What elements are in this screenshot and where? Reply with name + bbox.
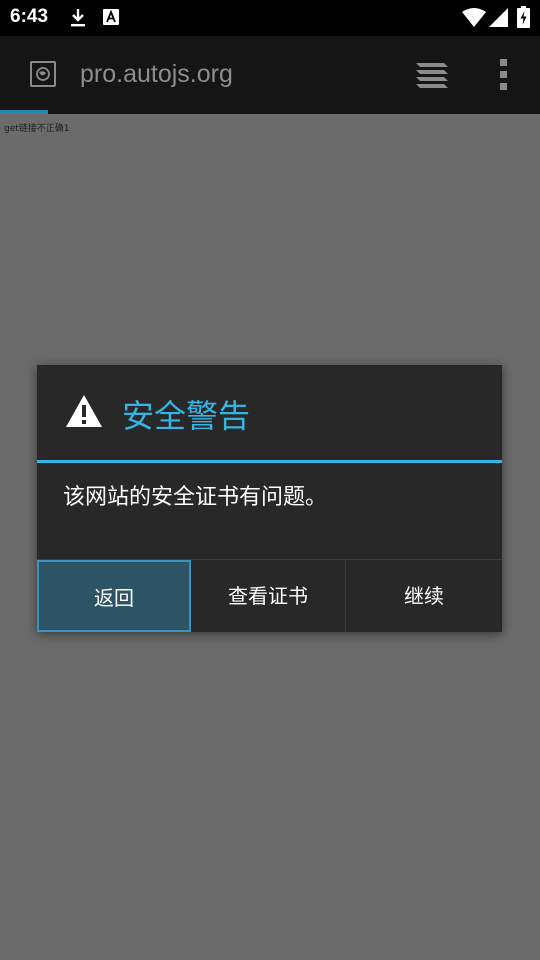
warning-icon (65, 394, 103, 432)
tabs-icon[interactable] (414, 61, 450, 93)
status-bar: 6:43 (0, 0, 540, 36)
overflow-menu-icon[interactable] (499, 58, 509, 96)
view-certificate-button[interactable]: 查看证书 (191, 560, 346, 632)
browser-toolbar: pro.autojs.org (0, 36, 540, 114)
page-content-text: get链接不正确1 (4, 124, 70, 134)
dialog-message: 该网站的安全证书有问题。 (63, 485, 328, 510)
globe-icon[interactable] (30, 61, 56, 87)
wifi-icon (462, 8, 486, 31)
status-time: 6:43 (10, 6, 49, 27)
security-warning-dialog: 安全警告 该网站的安全证书有问题。 返回 查看证书 继续 (37, 365, 502, 632)
cellular-signal-icon (489, 8, 508, 31)
page-load-progress (0, 110, 48, 114)
back-button[interactable]: 返回 (37, 560, 191, 632)
dialog-divider (37, 460, 502, 463)
dialog-header: 安全警告 (37, 365, 502, 460)
dialog-title: 安全警告 (122, 397, 251, 435)
url-text[interactable]: pro.autojs.org (80, 60, 233, 89)
download-icon (69, 7, 87, 33)
dialog-button-bar: 返回 查看证书 继续 (37, 559, 502, 632)
accessibility-a-icon (103, 9, 119, 29)
continue-button[interactable]: 继续 (346, 560, 502, 632)
battery-charging-icon (517, 6, 530, 32)
